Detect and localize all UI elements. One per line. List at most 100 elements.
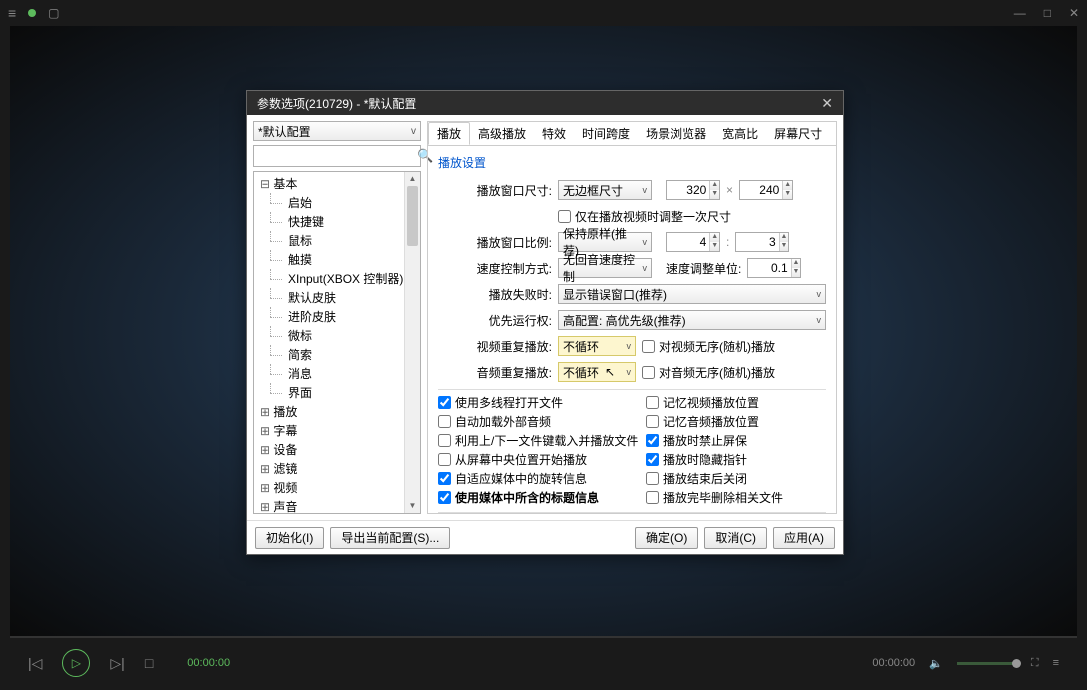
- apply-button[interactable]: 应用(A): [773, 527, 835, 549]
- tree-item[interactable]: 默认皮肤: [254, 288, 420, 307]
- tree-branch[interactable]: 视频: [254, 478, 420, 497]
- checkbox-option[interactable]: 播放时禁止屏保: [646, 432, 826, 449]
- initialize-button[interactable]: 初始化(I): [255, 527, 324, 549]
- checkbox-audio-shuffle[interactable]: 对音频无序(随机)播放: [642, 364, 775, 381]
- hamburger-icon[interactable]: ≡: [8, 5, 16, 21]
- tree-item[interactable]: XInput(XBOX 控制器): [254, 269, 420, 288]
- window-minimize-button[interactable]: —: [1014, 6, 1026, 20]
- dialog-close-icon[interactable]: ✕: [821, 95, 833, 112]
- dialog-titlebar[interactable]: 参数选项(210729) - *默认配置 ✕: [247, 91, 843, 115]
- chevron-down-icon: v: [639, 185, 648, 195]
- input-ratio-a[interactable]: ▲▼: [666, 232, 720, 252]
- profile-select[interactable]: *默认配置 v: [253, 121, 421, 141]
- select-video-repeat[interactable]: 不循环v: [558, 336, 636, 356]
- checkbox-option[interactable]: 记忆音频播放位置: [646, 413, 826, 430]
- chevron-down-icon: v: [639, 263, 648, 273]
- select-window-ratio[interactable]: 保持原样(推荐)v: [558, 232, 652, 252]
- spin-down-icon[interactable]: ▼: [783, 190, 792, 199]
- tree-branch[interactable]: 设备: [254, 440, 420, 459]
- checkbox-option[interactable]: 使用媒体中所含的标题信息: [438, 489, 638, 506]
- category-tree[interactable]: 基本启始快捷键鼠标触摸XInput(XBOX 控制器)默认皮肤进阶皮肤微标简索消…: [253, 171, 421, 514]
- select-audio-repeat[interactable]: 不循环 v ↖: [558, 362, 636, 382]
- tree-item[interactable]: 启始: [254, 193, 420, 212]
- window-close-button[interactable]: ✕: [1069, 6, 1079, 20]
- select-on-fail[interactable]: 显示错误窗口(推荐)v: [558, 284, 826, 304]
- input-window-width[interactable]: ▲▼: [666, 180, 720, 200]
- label-window-size: 播放窗口尺寸:: [438, 182, 558, 199]
- checkbox-option[interactable]: 播放时隐藏指针: [646, 451, 826, 468]
- select-speed-control[interactable]: 无回音速度控制v: [558, 258, 652, 278]
- playlist-icon[interactable]: ≡: [1053, 657, 1059, 669]
- search-input[interactable]: [254, 149, 417, 163]
- checkbox-option[interactable]: 从屏幕中央位置开始播放: [438, 451, 638, 468]
- dialog-footer: 初始化(I) 导出当前配置(S)... 确定(O) 取消(C) 应用(A): [247, 520, 843, 554]
- tree-item[interactable]: 简索: [254, 345, 420, 364]
- input-speed-unit[interactable]: ▲▼: [747, 258, 801, 278]
- chevron-down-icon: v: [813, 289, 822, 299]
- export-config-button[interactable]: 导出当前配置(S)...: [330, 527, 450, 549]
- input-ratio-b[interactable]: ▲▼: [735, 232, 789, 252]
- volume-icon[interactable]: 🔈: [929, 657, 943, 670]
- tree-item[interactable]: 鼠标: [254, 231, 420, 250]
- checkbox-option[interactable]: 利用上/下一文件键载入并播放文件: [438, 432, 638, 449]
- spin-down-icon[interactable]: ▼: [710, 190, 719, 199]
- tab-6[interactable]: 屏幕尺寸: [766, 122, 830, 145]
- monitor-icon[interactable]: ▢: [48, 6, 59, 20]
- chevron-down-icon: v: [623, 341, 632, 351]
- label-video-repeat: 视频重复播放:: [438, 338, 558, 355]
- progress-track[interactable]: [10, 636, 1077, 638]
- tab-0[interactable]: 播放: [428, 122, 470, 145]
- tree-branch[interactable]: 字幕: [254, 421, 420, 440]
- checkbox-option[interactable]: 自动加载外部音频: [438, 413, 638, 430]
- input-window-height[interactable]: ▲▼: [739, 180, 793, 200]
- spin-up-icon[interactable]: ▲: [783, 181, 792, 190]
- tree-item[interactable]: 界面: [254, 383, 420, 402]
- stop-icon[interactable]: □: [145, 655, 153, 671]
- expand-icon[interactable]: ⛶: [1031, 657, 1039, 670]
- scroll-up-icon[interactable]: ▲: [405, 172, 420, 186]
- spin-up-icon[interactable]: ▲: [710, 233, 719, 242]
- tree-item[interactable]: 微标: [254, 326, 420, 345]
- tab-3[interactable]: 时间跨度: [574, 122, 638, 145]
- checkbox-option[interactable]: 播放完毕删除相关文件: [646, 489, 826, 506]
- label-speed-control: 速度控制方式:: [438, 260, 558, 277]
- tab-2[interactable]: 特效: [534, 122, 574, 145]
- select-window-size[interactable]: 无边框尺寸v: [558, 180, 652, 200]
- scroll-thumb[interactable]: [407, 186, 418, 246]
- spin-up-icon[interactable]: ▲: [792, 259, 801, 268]
- scroll-down-icon[interactable]: ▼: [405, 499, 420, 513]
- window-maximize-button[interactable]: □: [1044, 6, 1051, 20]
- tab-panel-playback: 播放设置 播放窗口尺寸: 无边框尺寸v ▲▼ × ▲▼ 仅在播放视频时调整一次尺…: [428, 146, 836, 513]
- spin-down-icon[interactable]: ▼: [780, 242, 789, 251]
- prev-track-icon[interactable]: |◁: [28, 655, 42, 672]
- spin-down-icon[interactable]: ▼: [710, 242, 719, 251]
- spin-down-icon[interactable]: ▼: [792, 268, 801, 277]
- next-track-icon[interactable]: ▷|: [110, 655, 124, 672]
- tree-item[interactable]: 快捷键: [254, 212, 420, 231]
- tree-branch[interactable]: 滤镜: [254, 459, 420, 478]
- tab-5[interactable]: 宽高比: [714, 122, 766, 145]
- checkbox-option[interactable]: 使用多线程打开文件: [438, 394, 638, 411]
- spin-up-icon[interactable]: ▲: [780, 233, 789, 242]
- tree-branch[interactable]: 声音: [254, 497, 420, 514]
- tree-branch[interactable]: 播放: [254, 402, 420, 421]
- tab-1[interactable]: 高级播放: [470, 122, 534, 145]
- spin-up-icon[interactable]: ▲: [710, 181, 719, 190]
- checkbox-adjust-once[interactable]: 仅在播放视频时调整一次尺寸: [558, 208, 731, 225]
- tree-item[interactable]: 消息: [254, 364, 420, 383]
- tree-root-basic[interactable]: 基本: [260, 177, 297, 191]
- ok-button[interactable]: 确定(O): [635, 527, 698, 549]
- tab-7[interactable]: 全: [830, 122, 837, 145]
- checkbox-option[interactable]: 播放结束后关闭: [646, 470, 826, 487]
- checkbox-video-shuffle[interactable]: 对视频无序(随机)播放: [642, 338, 775, 355]
- play-button[interactable]: ▷: [62, 649, 90, 677]
- tree-scrollbar[interactable]: ▲ ▼: [404, 172, 420, 513]
- tree-item[interactable]: 触摸: [254, 250, 420, 269]
- volume-slider[interactable]: [957, 662, 1017, 665]
- tab-4[interactable]: 场景浏览器: [638, 122, 714, 145]
- tree-item[interactable]: 进阶皮肤: [254, 307, 420, 326]
- select-priority[interactable]: 高配置: 高优先级(推荐)v: [558, 310, 826, 330]
- cancel-button[interactable]: 取消(C): [704, 527, 767, 549]
- checkbox-option[interactable]: 自适应媒体中的旋转信息: [438, 470, 638, 487]
- checkbox-option[interactable]: 记忆视频播放位置: [646, 394, 826, 411]
